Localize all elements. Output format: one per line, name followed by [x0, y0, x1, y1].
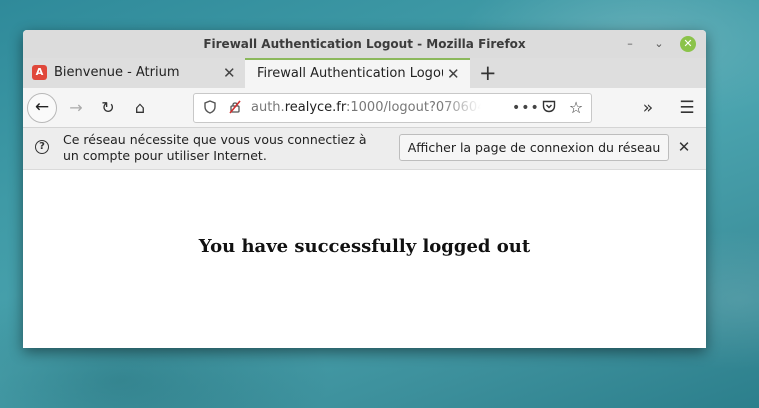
bookmark-star-icon[interactable]: ☆ — [567, 99, 585, 117]
maximize-button[interactable]: ⌄ — [651, 36, 667, 52]
pocket-icon[interactable] — [541, 100, 557, 116]
home-button[interactable]: ⌂ — [129, 97, 151, 119]
close-window-button[interactable]: ✕ — [680, 36, 696, 52]
close-tab-icon[interactable]: ✕ — [447, 60, 460, 88]
insecure-lock-icon[interactable] — [227, 100, 243, 116]
window-title: Firewall Authentication Logout - Mozilla… — [203, 37, 526, 51]
open-login-page-button[interactable]: Afficher la page de connexion du réseau — [399, 134, 669, 161]
tab-label: Firewall Authentication Logout — [257, 66, 443, 81]
help-icon: ? — [35, 140, 49, 154]
hamburger-menu-icon[interactable]: ☰ — [676, 97, 698, 119]
captive-portal-notification: ? Ce réseau nécessite que vous vous conn… — [23, 128, 706, 170]
tab-bar: A Bienvenue - Atrium ✕ Firewall Authenti… — [23, 58, 706, 88]
forward-button[interactable]: → — [65, 97, 87, 119]
url-fade — [441, 95, 481, 121]
overflow-menu-icon[interactable]: » — [637, 97, 659, 119]
address-bar[interactable]: auth.realyce.fr:1000/logout?070604 ••• ☆ — [193, 93, 592, 123]
close-tab-icon[interactable]: ✕ — [223, 58, 236, 88]
page-actions-icon[interactable]: ••• — [512, 94, 540, 122]
navigation-toolbar: ← → ↻ ⌂ auth.realyce.fr:1000/logout?0706… — [23, 88, 706, 128]
page-content: You have successfully logged out — [23, 170, 706, 348]
tab-atrium[interactable]: A Bienvenue - Atrium ✕ — [23, 58, 245, 88]
title-bar[interactable]: Firewall Authentication Logout - Mozilla… — [23, 30, 706, 58]
tab-label: Bienvenue - Atrium — [54, 65, 180, 80]
site-info-icon[interactable] — [202, 100, 218, 116]
atrium-icon: A — [32, 65, 47, 80]
notification-message: Ce réseau nécessite que vous vous connec… — [63, 132, 367, 163]
logout-message: You have successfully logged out — [198, 236, 531, 257]
new-tab-button[interactable]: + — [479, 58, 497, 88]
reload-button[interactable]: ↻ — [97, 97, 119, 119]
browser-window: Firewall Authentication Logout - Mozilla… — [23, 30, 706, 348]
url-host: realyce.fr — [284, 100, 346, 115]
back-button[interactable]: ← — [27, 93, 57, 123]
close-notification-icon[interactable]: ✕ — [676, 137, 692, 157]
tab-firewall-logout[interactable]: Firewall Authentication Logout ✕ — [245, 58, 470, 88]
shield-icon — [204, 100, 216, 114]
url-prefix: auth. — [251, 100, 285, 115]
minimize-button[interactable]: – — [622, 36, 638, 52]
